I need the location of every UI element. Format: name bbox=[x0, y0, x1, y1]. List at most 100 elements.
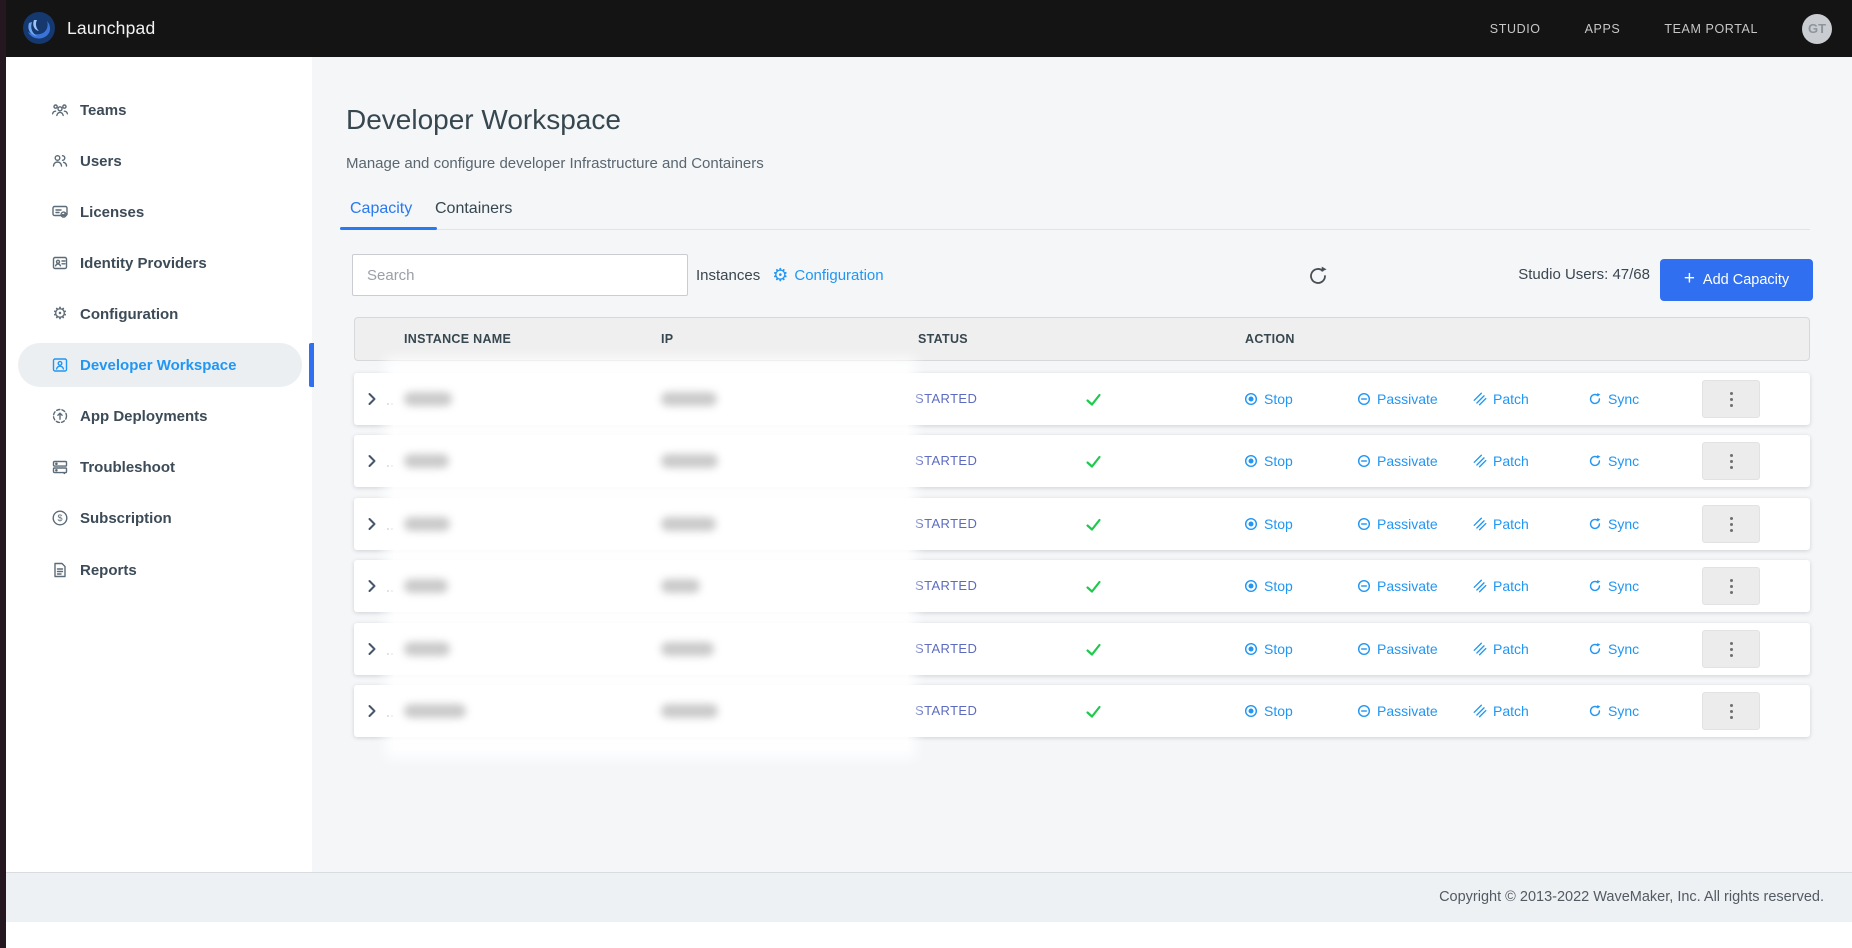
topnav-link-studio[interactable]: STUDIO bbox=[1490, 22, 1541, 36]
passivate-action[interactable]: Passivate bbox=[1356, 623, 1438, 675]
instance-name-blob bbox=[404, 579, 448, 593]
patch-action[interactable]: Patch bbox=[1472, 560, 1529, 612]
row-more-options-button[interactable] bbox=[1702, 692, 1760, 730]
app-window: Launchpad STUDIO APPS TEAM PORTAL GT Tea… bbox=[0, 0, 1852, 948]
redaction-blur-overlay bbox=[393, 366, 908, 751]
patch-icon bbox=[1472, 391, 1488, 407]
sidebar-item-subscription[interactable]: $ Subscription bbox=[18, 496, 302, 540]
troubleshoot-icon bbox=[51, 458, 69, 476]
stop-action[interactable]: Stop bbox=[1243, 623, 1293, 675]
add-capacity-button[interactable]: + Add Capacity bbox=[1660, 259, 1813, 301]
expand-chevron-icon[interactable] bbox=[364, 391, 380, 407]
table-rows: STARTED Stop Passivate Patch Sync bbox=[354, 373, 1810, 753]
configuration-link[interactable]: ⚙ Configuration bbox=[772, 266, 883, 284]
patch-action[interactable]: Patch bbox=[1472, 498, 1529, 550]
sidebar-item-app-deployments[interactable]: App Deployments bbox=[18, 394, 302, 438]
stop-action[interactable]: Stop bbox=[1243, 498, 1293, 550]
ip-blob bbox=[661, 392, 717, 406]
row-more-options-button[interactable] bbox=[1702, 567, 1760, 605]
topnav-link-apps[interactable]: APPS bbox=[1585, 22, 1621, 36]
topbar: Launchpad STUDIO APPS TEAM PORTAL GT bbox=[0, 0, 1852, 57]
expand-chevron-icon[interactable] bbox=[364, 703, 380, 719]
window-edge-strip bbox=[0, 0, 6, 948]
stop-icon bbox=[1243, 641, 1259, 657]
expand-chevron-icon[interactable] bbox=[364, 641, 380, 657]
sync-action[interactable]: Sync bbox=[1587, 560, 1639, 612]
expand-chevron-icon[interactable] bbox=[364, 516, 380, 532]
sidebar-item-configuration[interactable]: ⚙ Configuration bbox=[18, 292, 302, 336]
stop-action[interactable]: Stop bbox=[1243, 685, 1293, 737]
status-success-check-icon bbox=[1085, 391, 1102, 408]
passivate-action-label: Passivate bbox=[1377, 703, 1438, 719]
instance-name-blob bbox=[404, 454, 449, 468]
topnav-link-team-portal[interactable]: TEAM PORTAL bbox=[1664, 22, 1758, 36]
patch-action-label: Patch bbox=[1493, 578, 1529, 594]
patch-icon bbox=[1472, 578, 1488, 594]
svg-text:$: $ bbox=[57, 513, 62, 523]
configuration-gear-icon: ⚙ bbox=[51, 305, 69, 323]
search-input[interactable] bbox=[352, 254, 688, 296]
passivate-action[interactable]: Passivate bbox=[1356, 498, 1438, 550]
sync-icon bbox=[1587, 516, 1603, 532]
stop-action[interactable]: Stop bbox=[1243, 373, 1293, 425]
ip-blob bbox=[661, 454, 718, 468]
patch-action[interactable]: Patch bbox=[1472, 685, 1529, 737]
row-more-options-button[interactable] bbox=[1702, 380, 1760, 418]
status-success-check-icon bbox=[1085, 453, 1102, 470]
patch-action-label: Patch bbox=[1493, 641, 1529, 657]
patch-icon bbox=[1472, 703, 1488, 719]
sync-action[interactable]: Sync bbox=[1587, 623, 1639, 675]
stop-action[interactable]: Stop bbox=[1243, 560, 1293, 612]
patch-action[interactable]: Patch bbox=[1472, 373, 1529, 425]
user-avatar[interactable]: GT bbox=[1802, 14, 1832, 44]
passivate-action[interactable]: Passivate bbox=[1356, 560, 1438, 612]
sync-action[interactable]: Sync bbox=[1587, 685, 1639, 737]
sidebar-item-reports[interactable]: Reports bbox=[18, 548, 302, 592]
passivate-action[interactable]: Passivate bbox=[1356, 373, 1438, 425]
active-tab-underline bbox=[340, 227, 437, 230]
sync-action-label: Sync bbox=[1608, 641, 1639, 657]
patch-icon bbox=[1472, 516, 1488, 532]
tab-capacity[interactable]: Capacity bbox=[350, 200, 412, 218]
sidebar-item-users[interactable]: Users bbox=[18, 139, 302, 183]
sync-action[interactable]: Sync bbox=[1587, 373, 1639, 425]
table-header: INSTANCE NAME IP STATUS ACTION bbox=[354, 317, 1810, 361]
patch-action[interactable]: Patch bbox=[1472, 623, 1529, 675]
refresh-icon[interactable] bbox=[1306, 264, 1330, 288]
ip-blob bbox=[661, 704, 718, 718]
row-more-options-button[interactable] bbox=[1702, 630, 1760, 668]
row-more-options-button[interactable] bbox=[1702, 442, 1760, 480]
sidebar-item-troubleshoot[interactable]: Troubleshoot bbox=[18, 445, 302, 489]
patch-action[interactable]: Patch bbox=[1472, 435, 1529, 487]
sidebar-item-teams[interactable]: Teams bbox=[18, 88, 302, 132]
brand[interactable]: Launchpad bbox=[22, 11, 155, 45]
topnav: STUDIO APPS TEAM PORTAL GT bbox=[1490, 0, 1832, 57]
sidebar-item-label: App Deployments bbox=[80, 408, 208, 425]
brand-title: Launchpad bbox=[67, 18, 155, 39]
sync-action-label: Sync bbox=[1608, 391, 1639, 407]
subscription-dollar-icon: $ bbox=[51, 509, 69, 527]
instance-name-blob bbox=[404, 642, 450, 656]
expand-chevron-icon[interactable] bbox=[364, 578, 380, 594]
row-more-options-button[interactable] bbox=[1702, 505, 1760, 543]
expand-chevron-icon[interactable] bbox=[364, 453, 380, 469]
stop-icon bbox=[1243, 391, 1259, 407]
sidebar-item-developer-workspace[interactable]: Developer Workspace bbox=[18, 343, 302, 387]
status-success-check-icon bbox=[1085, 578, 1102, 595]
sync-action[interactable]: Sync bbox=[1587, 498, 1639, 550]
passivate-icon bbox=[1356, 703, 1372, 719]
stop-icon bbox=[1243, 578, 1259, 594]
sidebar-item-licenses[interactable]: Licenses bbox=[18, 190, 302, 234]
sidebar-item-label: Teams bbox=[80, 102, 126, 119]
instances-label: Instances bbox=[696, 267, 760, 284]
sync-action[interactable]: Sync bbox=[1587, 435, 1639, 487]
tabs-divider bbox=[340, 229, 1810, 230]
sidebar-item-identity-providers[interactable]: Identity Providers bbox=[18, 241, 302, 285]
passivate-action[interactable]: Passivate bbox=[1356, 685, 1438, 737]
tab-containers[interactable]: Containers bbox=[435, 200, 512, 218]
passivate-action[interactable]: Passivate bbox=[1356, 435, 1438, 487]
status-success-check-icon bbox=[1085, 641, 1102, 658]
sidebar-item-label: Identity Providers bbox=[80, 255, 207, 272]
footer: Copyright © 2013-2022 WaveMaker, Inc. Al… bbox=[0, 872, 1852, 922]
stop-action[interactable]: Stop bbox=[1243, 435, 1293, 487]
